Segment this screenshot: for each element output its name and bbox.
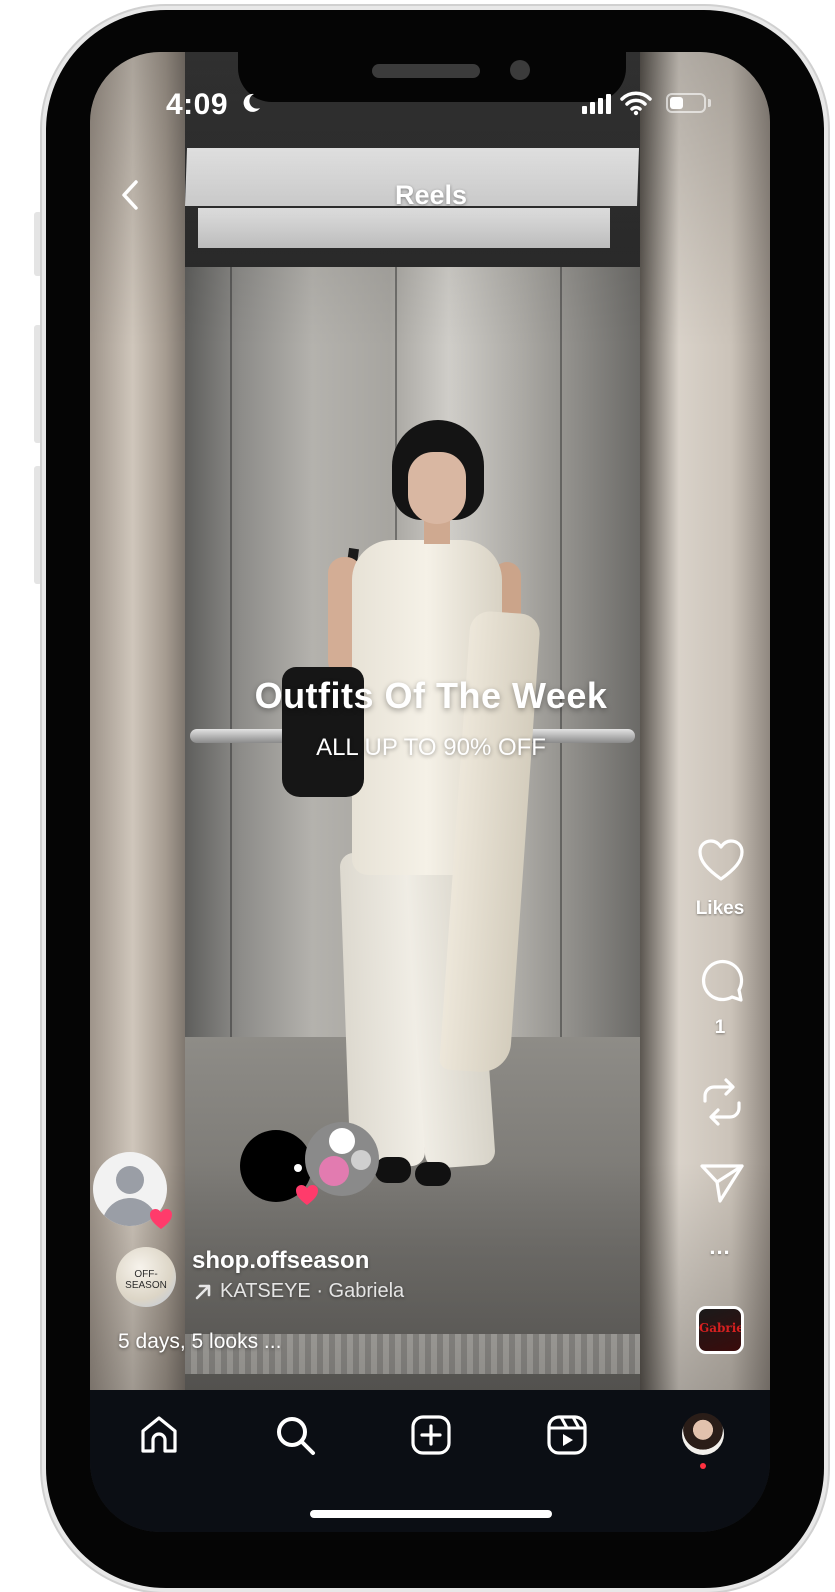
volume-up-button <box>34 325 42 443</box>
speaker-grille <box>372 64 480 78</box>
volume-down-button <box>34 466 42 584</box>
battery-tip <box>708 99 711 107</box>
send-icon[interactable] <box>699 1162 745 1204</box>
battery-level <box>670 97 683 109</box>
reel-subline: ALL UP TO 90% OFF <box>316 734 546 761</box>
focus-moon-icon <box>243 93 260 112</box>
status-time: 4:09 <box>166 88 229 121</box>
likes-label: Likes <box>695 898 745 919</box>
mute-switch <box>34 212 42 276</box>
author-avatar[interactable]: OFF-SEASON <box>116 1247 176 1307</box>
wifi-icon <box>620 91 652 116</box>
notification-dot <box>700 1463 706 1469</box>
reels-icon[interactable] <box>545 1413 589 1457</box>
audio-thumbnail[interactable]: Gabriela <box>696 1306 744 1354</box>
audio-attribution[interactable]: KATSEYE · Gabriela <box>194 1280 404 1303</box>
audio-thumbnail-text: Gabriela <box>699 1321 744 1335</box>
comment-count: 1 <box>714 1017 726 1038</box>
repost-icon[interactable] <box>700 1077 744 1127</box>
more-icon[interactable]: ... <box>680 1234 760 1260</box>
like-badge-icon <box>150 1209 172 1229</box>
create-icon[interactable] <box>409 1413 453 1457</box>
comment-icon[interactable] <box>699 957 745 1003</box>
front-camera <box>510 60 530 80</box>
reel-video[interactable] <box>90 52 770 1532</box>
author-avatar-text: OFF-SEASON <box>125 1269 167 1291</box>
reel-headline: Outfits Of The Week <box>254 675 608 716</box>
profile-avatar[interactable] <box>682 1413 724 1455</box>
author-username[interactable]: shop.offseason <box>192 1247 369 1275</box>
battery-icon <box>666 93 706 113</box>
reel-caption[interactable]: 5 days, 5 looks ... <box>118 1330 281 1354</box>
audio-label: KATSEYE · Gabriela <box>220 1280 405 1302</box>
home-icon[interactable] <box>137 1413 181 1457</box>
arrow-up-right-icon <box>195 1284 211 1299</box>
search-icon[interactable] <box>273 1413 317 1457</box>
page-title: Reels <box>394 180 468 210</box>
elevator-scene <box>90 52 770 1532</box>
home-indicator[interactable] <box>310 1510 552 1518</box>
cellular-signal-icon <box>582 92 611 114</box>
like-badge-icon <box>296 1185 318 1205</box>
heart-icon[interactable] <box>697 838 745 882</box>
